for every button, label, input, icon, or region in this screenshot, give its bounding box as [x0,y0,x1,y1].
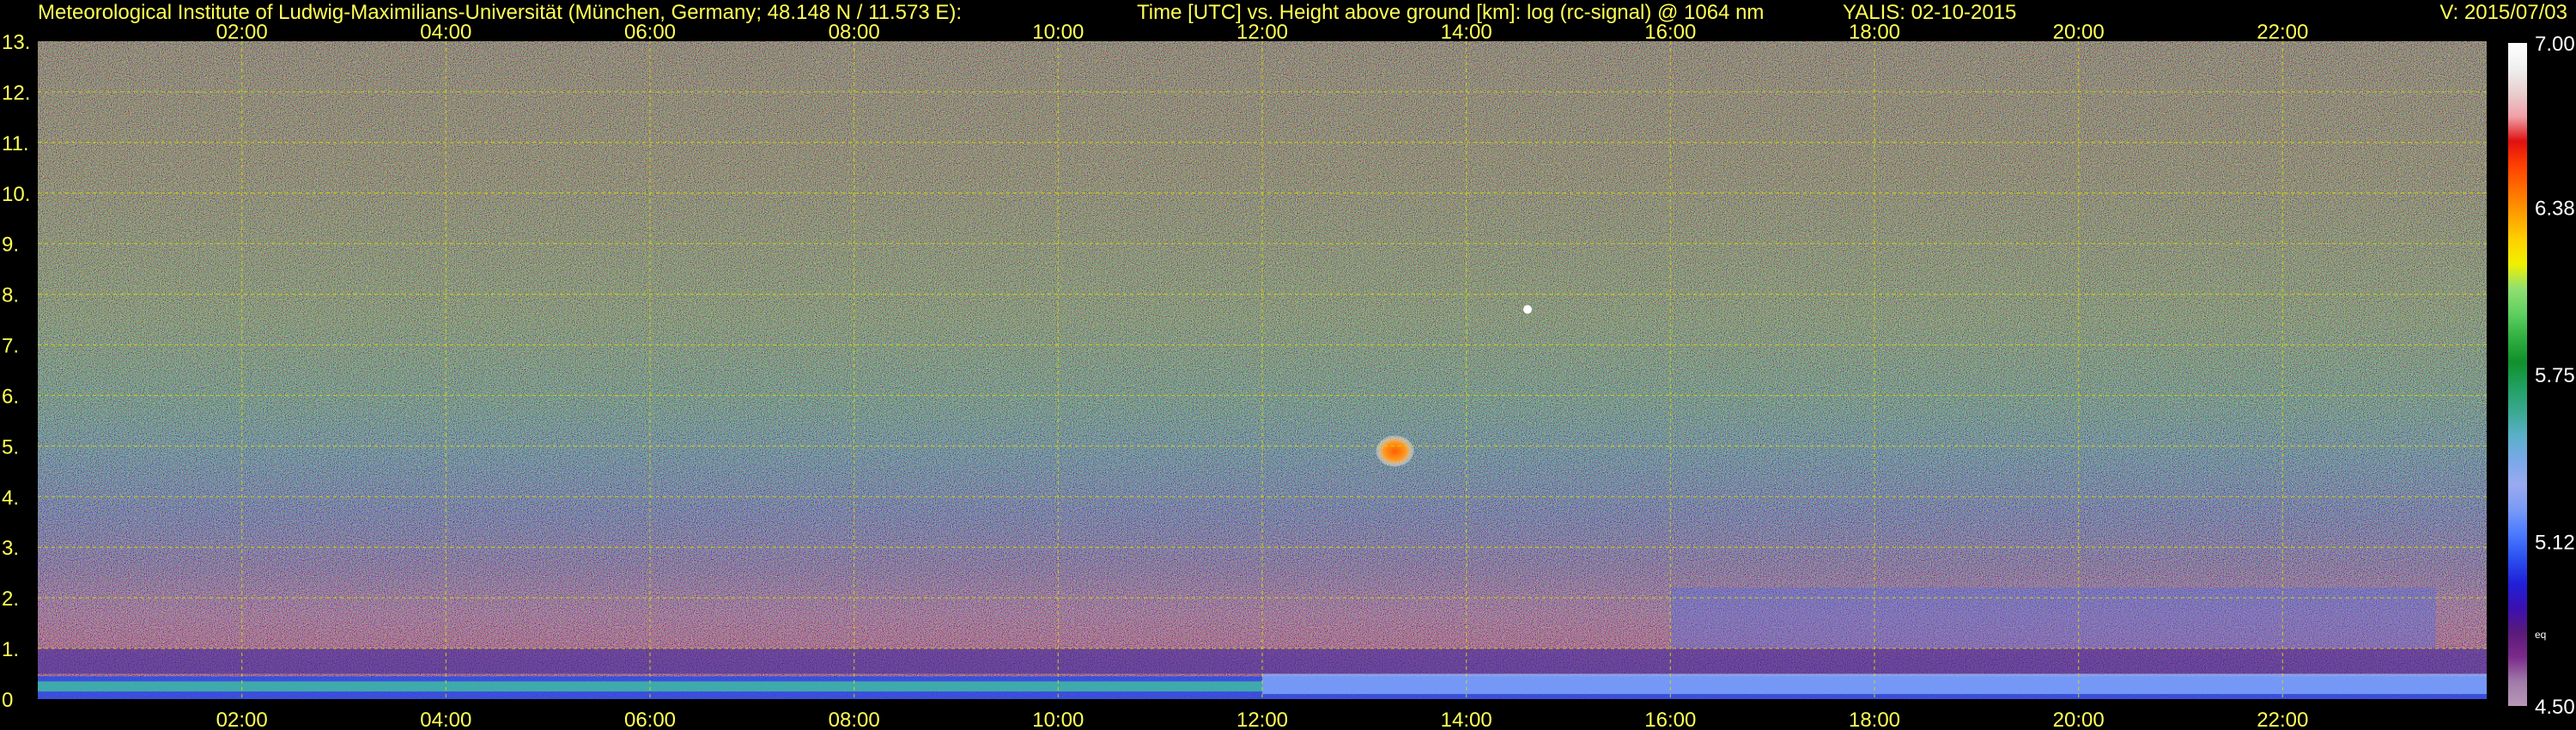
x-tick-label-top: 02:00 [216,21,268,44]
x-axis-top: 02:00 04:00 06:00 08:00 10:00 12:00 14:00 16:00… [216,21,2309,44]
colorbar-tick-label: 4.50 [2535,696,2575,719]
x-tick-label-bottom: 22:00 [2257,709,2308,730]
y-tick-label: 10. [2,183,30,206]
header-institute: Meteorological Institute of Ludwig-Maxim… [38,1,962,24]
y-axis: 0 1. 2. 3. 4. 5. 6. 7. 8. 9. 10. 11. 12. 13. [2,31,30,712]
colorbar-tick-label: 7.00 [2535,33,2575,56]
x-tick-label-top: 22:00 [2257,21,2308,44]
y-tick-label: 0 [2,689,13,712]
y-tick-label: 3. [2,537,19,560]
x-tick-label-top: 10:00 [1032,21,1084,44]
colorbar-tick-label: 6.38 [2535,197,2575,220]
x-tick-label-top: 06:00 [624,21,676,44]
x-tick-label-top: 12:00 [1236,21,1288,44]
x-tick-label-top: 18:00 [1849,21,1900,44]
y-tick-label: 6. [2,385,19,408]
colorbar-note: eq [2535,629,2546,641]
y-tick-label: 11. [2,132,29,155]
residual-layer [1670,587,2436,649]
x-tick-label-bottom: 06:00 [624,709,676,730]
x-tick-label-top: 04:00 [420,21,471,44]
x-tick-label-bottom: 08:00 [829,709,880,730]
colorbar-tick-label: 5.75 [2535,364,2575,387]
colorbar: 7.00 6.38 5.75 5.12 4.50 eq [2508,33,2575,719]
x-tick-label-bottom: 20:00 [2053,709,2105,730]
y-tick-label: 8. [2,284,19,307]
cloud-feature [1376,435,1414,467]
afternoon-band [1262,673,2487,695]
x-tick-label-bottom: 04:00 [420,709,471,730]
y-tick-label: 5. [2,435,19,459]
x-tick-label-bottom: 16:00 [1644,709,1696,730]
x-tick-label-top: 20:00 [2053,21,2105,44]
y-tick-label: 1. [2,638,19,661]
y-tick-label: 7. [2,335,19,358]
y-tick-label: 4. [2,486,19,509]
plot-area [38,41,2487,699]
colorbar-tick-label: 5.12 [2535,532,2575,555]
y-tick-label: 9. [2,234,19,257]
lidar-chart: Meteorological Institute of Ludwig-Maxim… [2,1,2575,730]
header-version: V: 2015/07/03 [2439,1,2567,24]
x-tick-label-top: 14:00 [1441,21,1492,44]
y-tick-label: 2. [2,587,19,611]
x-tick-label-bottom: 10:00 [1032,709,1084,730]
x-tick-label-bottom: 02:00 [216,709,268,730]
x-tick-label-top: 08:00 [829,21,880,44]
x-tick-label-bottom: 18:00 [1849,709,1900,730]
x-tick-label-top: 16:00 [1644,21,1696,44]
y-tick-label: 13. [2,31,30,54]
colorbar-scale [2508,43,2527,706]
x-axis-bottom: 02:00 04:00 06:00 08:00 10:00 12:00 14:00 16:00… [216,709,2309,730]
x-tick-label-bottom: 12:00 [1236,709,1288,730]
y-tick-label: 12. [2,82,30,105]
x-tick-label-bottom: 14:00 [1441,709,1492,730]
colorbar-ticks: 7.00 6.38 5.75 5.12 4.50 [2535,33,2575,719]
spot-feature [1522,305,1532,314]
